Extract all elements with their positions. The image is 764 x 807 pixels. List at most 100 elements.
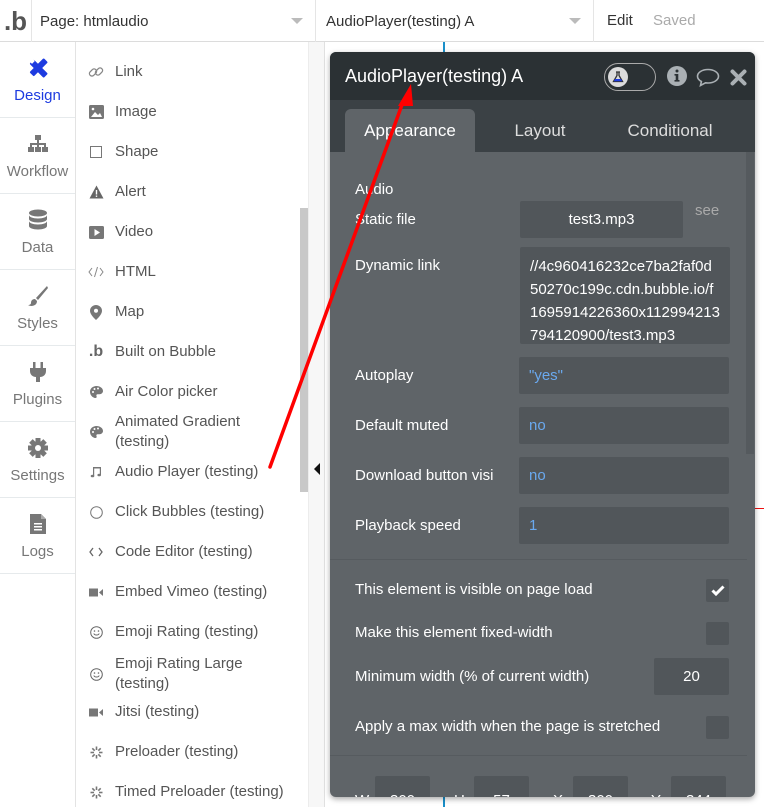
element-label: HTML <box>115 263 156 280</box>
nav-workflow[interactable]: Workflow <box>0 118 75 194</box>
palette-icon <box>77 426 115 438</box>
gear-icon <box>25 435 51 461</box>
panel-scrollbar[interactable] <box>746 152 754 454</box>
min-width-input[interactable]: 20 <box>654 658 729 695</box>
element-air-color-picker[interactable]: Air Color picker <box>77 380 302 404</box>
fixed-width-label: Make this element fixed-width <box>355 624 553 641</box>
element-label: Code Editor (testing) <box>115 543 253 560</box>
playback-speed-label: Playback speed <box>355 517 461 534</box>
element-label: Video <box>115 223 154 240</box>
element-label: Built on Bubble <box>115 343 216 360</box>
smiley-icon <box>77 667 115 681</box>
comment-icon[interactable] <box>696 68 720 92</box>
static-file-label: Static file <box>355 211 416 228</box>
link-icon <box>77 64 115 80</box>
checkmark-icon <box>710 585 725 596</box>
element-label: Animated Gradient (testing) <box>115 413 241 450</box>
autoplay-input[interactable]: "yes" <box>519 357 729 394</box>
element-audio-player[interactable]: Audio Player (testing) <box>77 460 302 484</box>
element-preloader[interactable]: Preloader (testing) <box>77 740 302 764</box>
autoplay-value: "yes" <box>529 367 563 384</box>
section-divider <box>330 559 747 560</box>
element-emoji-rating[interactable]: Emoji Rating (testing) <box>77 620 302 644</box>
element-alert[interactable]: Alert <box>77 180 302 204</box>
element-label: Emoji Rating (testing) <box>115 623 259 640</box>
element-built-on-bubble[interactable]: .b Built on Bubble <box>77 340 302 364</box>
element-animated-gradient[interactable]: Animated Gradient (testing) <box>77 410 302 454</box>
element-label: Audio Player (testing) <box>115 463 259 480</box>
element-emoji-rating-large[interactable]: Emoji Rating Large (testing) <box>77 652 302 696</box>
download-button-input[interactable]: no <box>519 457 729 494</box>
element-selector[interactable]: AudioPlayer(testing) A <box>316 0 594 42</box>
element-label: Click Bubbles (testing) <box>115 503 265 520</box>
default-muted-label: Default muted <box>355 417 449 434</box>
default-muted-value: no <box>529 417 546 434</box>
dynamic-link-input[interactable]: //4c960416232ce7ba2faf0d50270c199c.cdn.b… <box>520 247 730 344</box>
element-timed-preloader[interactable]: Timed Preloader (testing) <box>77 780 302 804</box>
nav-data[interactable]: Data <box>0 194 75 270</box>
element-label: Embed Vimeo (testing) <box>115 583 268 600</box>
tab-conditional[interactable]: Conditional <box>610 109 730 152</box>
flask-toggle[interactable] <box>604 63 656 91</box>
element-click-bubbles[interactable]: Click Bubbles (testing) <box>77 500 302 524</box>
see-file-link[interactable]: see <box>695 202 719 219</box>
default-muted-input[interactable]: no <box>519 407 729 444</box>
element-embed-vimeo[interactable]: Embed Vimeo (testing) <box>77 580 302 604</box>
edit-mode-button[interactable]: Edit <box>607 12 633 29</box>
element-html[interactable]: HTML <box>77 260 302 284</box>
element-label: Alert <box>115 183 146 200</box>
panel-tabs: Appearance Layout Conditional <box>330 100 755 152</box>
height-input[interactable]: 57 <box>474 776 529 797</box>
element-code-editor[interactable]: Code Editor (testing) <box>77 540 302 564</box>
element-shape[interactable]: Shape <box>77 140 302 164</box>
element-label: Jitsi (testing) <box>115 703 200 720</box>
static-file-upload[interactable]: test3.mp3 <box>520 201 683 238</box>
width-input[interactable]: 300 <box>375 776 430 797</box>
element-jitsi[interactable]: Jitsi (testing) <box>77 700 302 724</box>
static-file-value: test3.mp3 <box>568 211 635 228</box>
height-value: 57 <box>493 792 510 797</box>
element-palette: Link Image Shape Alert Video HTML Map .b… <box>77 42 308 807</box>
warning-icon <box>77 185 115 199</box>
panel-header[interactable]: AudioPlayer(testing) A <box>330 52 755 100</box>
bubble-logo[interactable]: .b <box>0 0 32 42</box>
y-label: Y <box>651 792 661 797</box>
max-width-checkbox[interactable] <box>706 716 729 739</box>
y-input[interactable]: 344 <box>671 776 726 797</box>
element-video[interactable]: Video <box>77 220 302 244</box>
width-value: 300 <box>390 792 415 797</box>
fixed-width-checkbox[interactable] <box>706 622 729 645</box>
saved-status: Saved <box>653 12 696 29</box>
nav-logs[interactable]: Logs <box>0 498 75 574</box>
download-button-value: no <box>529 467 546 484</box>
nav-plugins[interactable]: Plugins <box>0 346 75 422</box>
element-map[interactable]: Map <box>77 300 302 324</box>
tab-layout[interactable]: Layout <box>490 109 590 152</box>
collapse-panel-icon[interactable] <box>314 463 320 475</box>
element-image[interactable]: Image <box>77 100 302 124</box>
element-list-scrollbar[interactable] <box>300 208 308 492</box>
info-icon[interactable] <box>667 66 687 91</box>
element-link[interactable]: Link <box>77 60 302 84</box>
page-selector[interactable]: Page: htmlaudio <box>32 0 316 42</box>
nav-settings[interactable]: Settings <box>0 422 75 498</box>
dynamic-link-value: //4c960416232ce7ba2faf0d50270c199c.cdn.b… <box>530 258 720 344</box>
visible-on-load-checkbox[interactable] <box>706 579 729 602</box>
download-button-label: Download button visi <box>355 467 494 484</box>
element-label: Link <box>115 63 143 80</box>
workflow-icon <box>25 131 51 157</box>
plug-icon <box>25 359 51 385</box>
element-label: Emoji Rating Large (testing) <box>115 655 243 692</box>
close-icon[interactable] <box>730 69 747 91</box>
nav-design[interactable]: Design <box>0 42 75 118</box>
nav-styles[interactable]: Styles <box>0 270 75 346</box>
playback-speed-input[interactable]: 1 <box>519 507 729 544</box>
circle-icon <box>77 505 115 519</box>
nav-design-label: Design <box>14 87 61 104</box>
x-input[interactable]: 300 <box>573 776 628 797</box>
x-value: 300 <box>588 792 613 797</box>
palette-icon <box>77 386 115 398</box>
tab-appearance[interactable]: Appearance <box>345 109 475 152</box>
min-width-label: Minimum width (% of current width) <box>355 668 590 685</box>
play-icon <box>77 225 115 239</box>
